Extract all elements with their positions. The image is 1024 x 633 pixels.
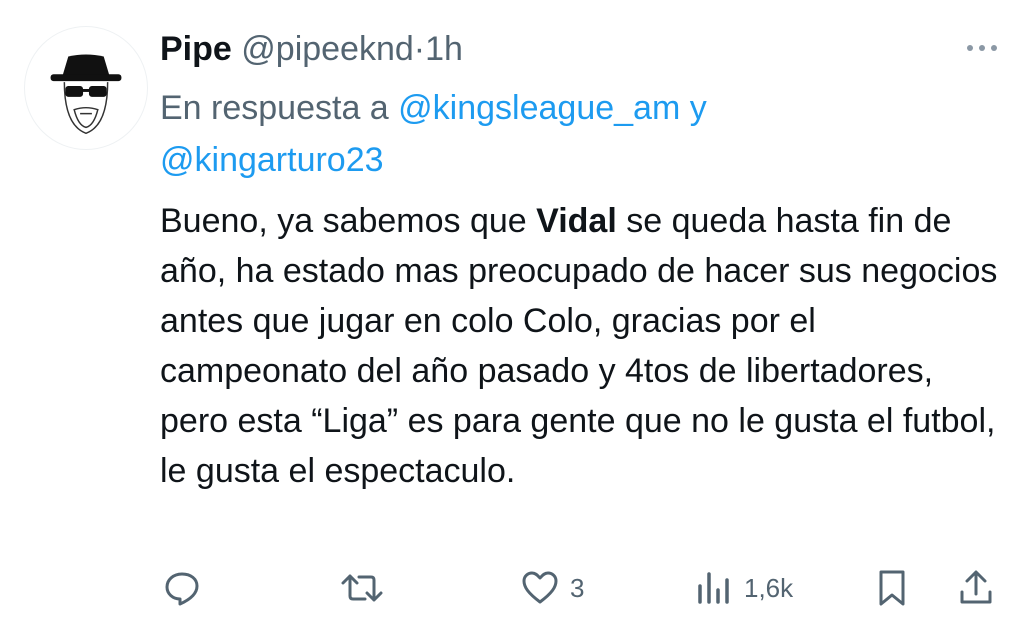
views-button[interactable]: 1,6k xyxy=(694,560,793,616)
timestamp[interactable]: 1h xyxy=(425,30,463,68)
reply-button[interactable] xyxy=(162,560,202,616)
tweet-header: Pipe @pipeeknd·1h xyxy=(160,28,463,70)
reply-icon xyxy=(165,572,199,606)
author-handle[interactable]: @pipeeknd xyxy=(241,30,414,68)
tweet-text-bold: Vidal xyxy=(536,202,617,240)
retweet-icon xyxy=(341,574,383,602)
mention-kingsleague[interactable]: @kingsleague_am xyxy=(398,89,680,127)
retweet-button[interactable] xyxy=(338,560,386,616)
tweet-text-part1: Bueno, ya sabemos que xyxy=(160,202,537,240)
action-bar: 3 1,6k xyxy=(0,560,1024,616)
mention-kingarturo[interactable]: @kingarturo23 xyxy=(160,141,384,179)
like-icon xyxy=(522,571,558,604)
views-icon xyxy=(698,572,729,604)
mention-joiner: y xyxy=(689,89,707,127)
reply-context: En respuesta a @kingsleague_am y @kingar… xyxy=(160,82,920,186)
bookmark-icon xyxy=(879,570,905,606)
reply-prefix: En respuesta a xyxy=(160,89,389,127)
like-button[interactable]: 3 xyxy=(520,560,584,616)
tweet-text: Bueno, ya sabemos que Vidal se queda has… xyxy=(160,196,1000,496)
author-name[interactable]: Pipe xyxy=(160,30,232,68)
bookmark-button[interactable] xyxy=(872,560,912,616)
heisenberg-avatar-icon xyxy=(50,54,122,135)
more-button[interactable] xyxy=(962,36,1002,60)
like-count: 3 xyxy=(570,572,585,603)
share-icon xyxy=(960,570,992,604)
avatar[interactable] xyxy=(24,26,148,150)
more-icon xyxy=(967,45,997,51)
share-button[interactable] xyxy=(956,560,996,616)
views-count: 1,6k xyxy=(744,572,794,603)
separator: · xyxy=(413,30,426,68)
tweet-text-part2: se queda hasta fin de año, ha estado mas… xyxy=(160,202,998,490)
